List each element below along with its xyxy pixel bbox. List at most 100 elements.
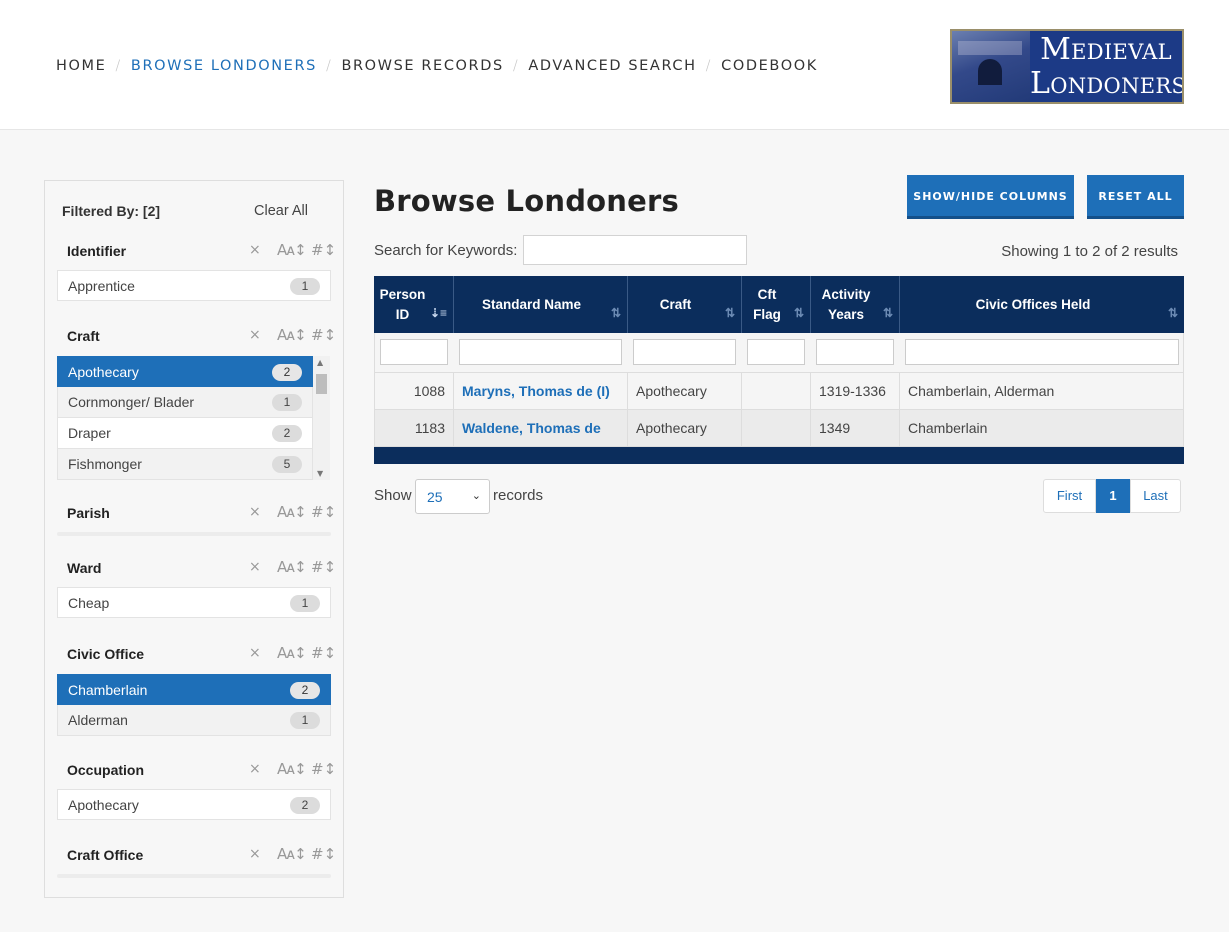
sort-count-icon[interactable]: #↕ [311, 241, 336, 259]
nav-advanced-search[interactable]: ADVANCED SEARCH [528, 58, 696, 74]
facet-item-selected[interactable]: Apothecary 2 [57, 356, 313, 387]
facet-list-craft-office [57, 874, 331, 878]
clear-icon[interactable]: × [249, 242, 261, 258]
scroll-up-icon[interactable]: ▲ [317, 358, 323, 367]
sort-alpha-icon[interactable]: Aᴀ↕ [277, 326, 307, 344]
scrollbar-thumb[interactable] [316, 374, 327, 394]
scroll-down-icon[interactable]: ▼ [317, 469, 323, 478]
clear-icon[interactable]: × [249, 645, 261, 661]
column-header-craft[interactable]: Craft ⇅ [628, 276, 742, 333]
sort-icon[interactable]: ⇅ [794, 306, 804, 320]
sort-alpha-icon[interactable]: Aᴀ↕ [277, 760, 307, 778]
facet-item[interactable]: Fishmonger 5 [57, 449, 313, 480]
page-size-select[interactable]: 25 ⌄ [415, 479, 490, 514]
column-header-label: Civic Offices Held [975, 296, 1091, 312]
sort-alpha-icon[interactable]: Aᴀ↕ [277, 503, 307, 521]
pagination-page-current[interactable]: 1 [1096, 479, 1130, 513]
filter-person-id-input[interactable] [380, 339, 448, 365]
cell-activity-years: 1319-1336 [811, 373, 900, 409]
pagination-first[interactable]: First [1043, 479, 1096, 513]
nav-separator: / [115, 58, 122, 74]
logo-text-line2: Londoners [1030, 66, 1184, 101]
cell-activity-years: 1349 [811, 410, 900, 446]
nav-home[interactable]: HOME [56, 58, 106, 74]
sort-count-icon[interactable]: #↕ [311, 644, 336, 662]
sort-icon[interactable]: ⇅ [611, 306, 621, 320]
facet-count-badge: 1 [290, 712, 320, 729]
clear-icon[interactable]: × [249, 504, 261, 520]
column-header-label: Standard Name [481, 296, 582, 312]
facet-title: Identifier [67, 243, 127, 259]
nav-browse-records[interactable]: BROWSE RECORDS [341, 58, 503, 74]
site-logo[interactable]: Medieval Londoners [950, 29, 1184, 104]
nav-browse-londoners[interactable]: BROWSE LONDONERS [131, 58, 317, 74]
facet-list-parish [57, 532, 331, 536]
sort-count-icon[interactable]: #↕ [311, 503, 336, 521]
clear-all-link[interactable]: Clear All [254, 203, 308, 219]
show-hide-columns-button[interactable]: SHOW/HIDE COLUMNS [907, 175, 1074, 219]
sort-icon[interactable]: ⇅ [1168, 306, 1178, 320]
person-name-link[interactable]: Maryns, Thomas de (I) [462, 383, 610, 399]
sort-icon[interactable]: ⇅ [883, 306, 893, 320]
pagination: First 1 Last [1043, 479, 1181, 513]
cell-cft-flag [742, 410, 811, 446]
filter-cft-flag-input[interactable] [747, 339, 805, 365]
clear-icon[interactable]: × [249, 327, 261, 343]
sort-alpha-icon[interactable]: Aᴀ↕ [277, 845, 307, 863]
filter-activity-years-input[interactable] [816, 339, 894, 365]
facet-list-identifier: Apprentice 1 [57, 270, 331, 301]
pagination-last[interactable]: Last [1130, 479, 1181, 513]
nav-codebook[interactable]: CODEBOOK [721, 58, 818, 74]
sort-alpha-icon[interactable]: Aᴀ↕ [277, 241, 307, 259]
column-header-person-id[interactable]: Person ID ⇣≡ [374, 276, 454, 333]
column-header-standard-name[interactable]: Standard Name ⇅ [454, 276, 628, 333]
clear-icon[interactable]: × [249, 761, 261, 777]
column-header-label: Cft Flag [753, 286, 781, 322]
sort-count-icon[interactable]: #↕ [311, 326, 336, 344]
clear-icon[interactable]: × [249, 559, 261, 575]
sort-alpha-icon[interactable]: Aᴀ↕ [277, 558, 307, 576]
facet-controls: × Aᴀ↕ #↕ [239, 326, 336, 348]
sort-count-icon[interactable]: #↕ [311, 845, 336, 863]
filter-civic-offices-input[interactable] [905, 339, 1179, 365]
column-header-label: Craft [659, 296, 692, 312]
facet-scrollbar[interactable]: ▲ ▼ [313, 356, 330, 480]
cell-person-id: 1088 [375, 373, 454, 409]
sort-asc-icon[interactable]: ⇣≡ [430, 306, 447, 320]
cell-civic-offices: Chamberlain [908, 420, 988, 436]
sort-count-icon[interactable]: #↕ [311, 760, 336, 778]
facet-item[interactable]: Cornmonger/ Blader 1 [57, 387, 313, 418]
facet-sidebar: Filtered By: [2] Clear All Identifier × … [44, 180, 344, 898]
column-header-cft-flag[interactable]: Cft Flag ⇅ [742, 276, 811, 333]
facet-controls: × Aᴀ↕ #↕ [239, 558, 336, 580]
clear-icon[interactable]: × [249, 846, 261, 862]
facet-list-ward: Cheap 1 [57, 587, 331, 618]
show-label: Show [374, 487, 412, 504]
filter-standard-name-input[interactable] [459, 339, 622, 365]
facet-item[interactable]: Draper 2 [57, 418, 313, 449]
facet-header-craft-office: Craft Office × Aᴀ↕ #↕ [57, 845, 336, 867]
keyword-search-input[interactable] [523, 235, 747, 265]
facet-item-selected[interactable]: Chamberlain 2 [57, 674, 331, 705]
column-header-activity-years[interactable]: Activity Years ⇅ [811, 276, 900, 333]
facet-title: Craft Office [67, 847, 144, 863]
sort-icon[interactable]: ⇅ [725, 306, 735, 320]
table-footer [374, 447, 1184, 464]
facet-item-label: Apothecary [68, 364, 139, 380]
page-size-value: 25 [427, 489, 443, 505]
results-count: Showing 1 to 2 of 2 results [1001, 243, 1178, 260]
facet-item[interactable]: Cheap 1 [57, 587, 331, 618]
facet-count-badge: 2 [290, 797, 320, 814]
sort-alpha-icon[interactable]: Aᴀ↕ [277, 644, 307, 662]
table-row: 1183 Waldene, Thomas de Apothecary 1349 … [374, 410, 1184, 447]
person-name-link[interactable]: Waldene, Thomas de [462, 420, 601, 436]
nav-separator: / [512, 58, 520, 74]
facet-item[interactable]: Apprentice 1 [57, 270, 331, 301]
facet-item[interactable]: Alderman 1 [57, 705, 331, 736]
reset-all-button[interactable]: RESET ALL [1087, 175, 1184, 219]
facet-item[interactable]: Apothecary 2 [57, 789, 331, 820]
filter-craft-input[interactable] [633, 339, 736, 365]
logo-wall [958, 41, 1022, 55]
sort-count-icon[interactable]: #↕ [311, 558, 336, 576]
column-header-civic-offices[interactable]: Civic Offices Held ⇅ [900, 276, 1184, 333]
